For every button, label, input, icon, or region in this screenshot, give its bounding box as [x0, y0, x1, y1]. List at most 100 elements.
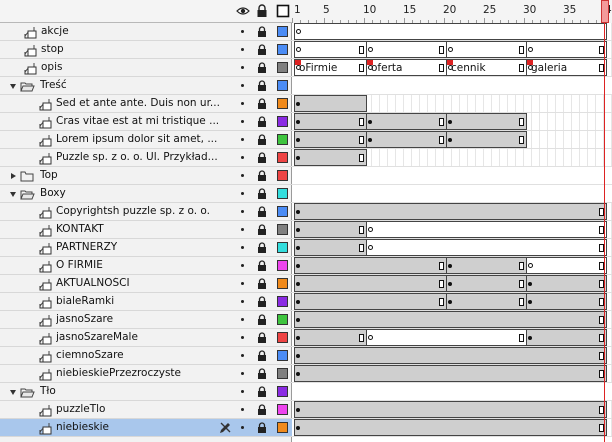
visibility-toggle[interactable]: [241, 228, 244, 231]
span-end-frame[interactable]: [439, 298, 444, 306]
visibility-toggle[interactable]: [241, 138, 244, 141]
layer-row[interactable]: PARTNERZY: [0, 239, 292, 257]
layer-color-swatch[interactable]: [277, 116, 288, 127]
lock-icon[interactable]: [257, 386, 267, 398]
keyframe[interactable]: [296, 210, 300, 214]
span-end-frame[interactable]: [439, 280, 444, 288]
span-end-frame[interactable]: [519, 262, 524, 270]
visibility-toggle[interactable]: [241, 408, 244, 411]
visibility-toggle[interactable]: [241, 264, 244, 267]
keyframe[interactable]: [368, 138, 372, 142]
layer-row[interactable]: opis: [0, 59, 292, 77]
layer-color-swatch[interactable]: [277, 278, 288, 289]
timeline-row[interactable]: [292, 167, 612, 185]
layer-color-swatch[interactable]: [277, 404, 288, 415]
playhead-handle[interactable]: [601, 0, 609, 23]
timeline-row[interactable]: [292, 383, 612, 401]
frame-ruler[interactable]: 1510152025303540: [292, 0, 612, 23]
lock-icon[interactable]: [257, 242, 267, 254]
lock-icon[interactable]: [257, 170, 267, 182]
visibility-toggle[interactable]: [241, 66, 244, 69]
visibility-toggle[interactable]: [241, 372, 244, 375]
frame-span[interactable]: [526, 293, 607, 310]
span-end-frame[interactable]: [359, 64, 364, 72]
visibility-toggle[interactable]: [241, 102, 244, 105]
lock-icon[interactable]: [257, 278, 267, 290]
keyframe[interactable]: [296, 156, 300, 160]
span-end-frame[interactable]: [359, 46, 364, 54]
folder-row[interactable]: Tło: [0, 383, 292, 401]
keyframe[interactable]: [296, 318, 300, 322]
expand-triangle-icon[interactable]: [9, 190, 17, 198]
visibility-toggle[interactable]: [241, 84, 244, 87]
layer-color-swatch[interactable]: [277, 242, 288, 253]
layer-row[interactable]: ciemnoSzare: [0, 347, 292, 365]
visibility-toggle[interactable]: [241, 336, 244, 339]
timeline-row[interactable]: [292, 275, 612, 293]
layer-row[interactable]: Cras vitae est at mi tristique ...: [0, 113, 292, 131]
keyframe[interactable]: [296, 120, 300, 124]
outline-icon[interactable]: [276, 4, 290, 18]
visibility-toggle[interactable]: [241, 120, 244, 123]
keyframe[interactable]: [296, 246, 300, 250]
span-end-frame[interactable]: [359, 244, 364, 252]
visibility-toggle[interactable]: [241, 30, 244, 33]
frame-span[interactable]: [294, 23, 607, 40]
blank-keyframe[interactable]: [296, 29, 301, 34]
frame-span[interactable]: [526, 41, 607, 58]
frame-span[interactable]: [294, 293, 447, 310]
layer-row[interactable]: Lorem ipsum dolor sit amet, ...: [0, 131, 292, 149]
span-end-frame[interactable]: [359, 226, 364, 234]
lock-icon[interactable]: [257, 134, 267, 146]
layer-row[interactable]: AKTUALNOŚCI: [0, 275, 292, 293]
lock-icon[interactable]: [257, 62, 267, 74]
keyframe[interactable]: [296, 282, 300, 286]
layer-color-swatch[interactable]: [277, 314, 288, 325]
span-end-frame[interactable]: [519, 46, 524, 54]
span-end-frame[interactable]: [439, 64, 444, 72]
blank-keyframe[interactable]: [368, 47, 373, 52]
span-end-frame[interactable]: [439, 46, 444, 54]
timeline-row[interactable]: [292, 293, 612, 311]
layer-color-swatch[interactable]: [277, 80, 288, 91]
frame-span[interactable]: [294, 257, 447, 274]
frame-span[interactable]: [446, 293, 527, 310]
eye-icon[interactable]: [236, 4, 250, 18]
blank-keyframe[interactable]: [368, 335, 373, 340]
frame-span[interactable]: [294, 401, 607, 418]
layer-color-swatch[interactable]: [277, 296, 288, 307]
layer-color-swatch[interactable]: [277, 188, 288, 199]
frame-span[interactable]: [526, 257, 607, 274]
layer-color-swatch[interactable]: [277, 422, 288, 433]
span-end-frame[interactable]: [439, 136, 444, 144]
visibility-toggle[interactable]: [241, 354, 244, 357]
layer-row[interactable]: Puzzle sp. z o. o. Ul. Przykład...: [0, 149, 292, 167]
blank-keyframe[interactable]: [368, 227, 373, 232]
blank-keyframe[interactable]: [528, 47, 533, 52]
frame-span[interactable]: [294, 347, 607, 364]
frame-span[interactable]: [366, 41, 447, 58]
visibility-toggle[interactable]: [241, 318, 244, 321]
keyframe[interactable]: [296, 102, 300, 106]
frame-span[interactable]: [446, 131, 527, 148]
keyframe[interactable]: [296, 264, 300, 268]
lock-icon[interactable]: [257, 224, 267, 236]
timeline-row[interactable]: [292, 257, 612, 275]
visibility-toggle[interactable]: [241, 192, 244, 195]
keyframe[interactable]: [528, 336, 532, 340]
frame-cells[interactable]: [292, 167, 612, 184]
frame-span[interactable]: [294, 221, 367, 238]
keyframe[interactable]: [296, 354, 300, 358]
timeline-row[interactable]: [292, 365, 612, 383]
layer-color-swatch[interactable]: [277, 26, 288, 37]
keyframe[interactable]: [296, 408, 300, 412]
layer-row[interactable]: puzzleTlo: [0, 401, 292, 419]
frame-span[interactable]: [294, 113, 367, 130]
frame-span[interactable]: [446, 113, 527, 130]
timeline-row[interactable]: [292, 329, 612, 347]
frame-span[interactable]: [446, 275, 527, 292]
frame-span[interactable]: [446, 41, 527, 58]
keyframe[interactable]: [296, 372, 300, 376]
frame-span[interactable]: [366, 131, 447, 148]
frame-span[interactable]: [526, 329, 607, 346]
